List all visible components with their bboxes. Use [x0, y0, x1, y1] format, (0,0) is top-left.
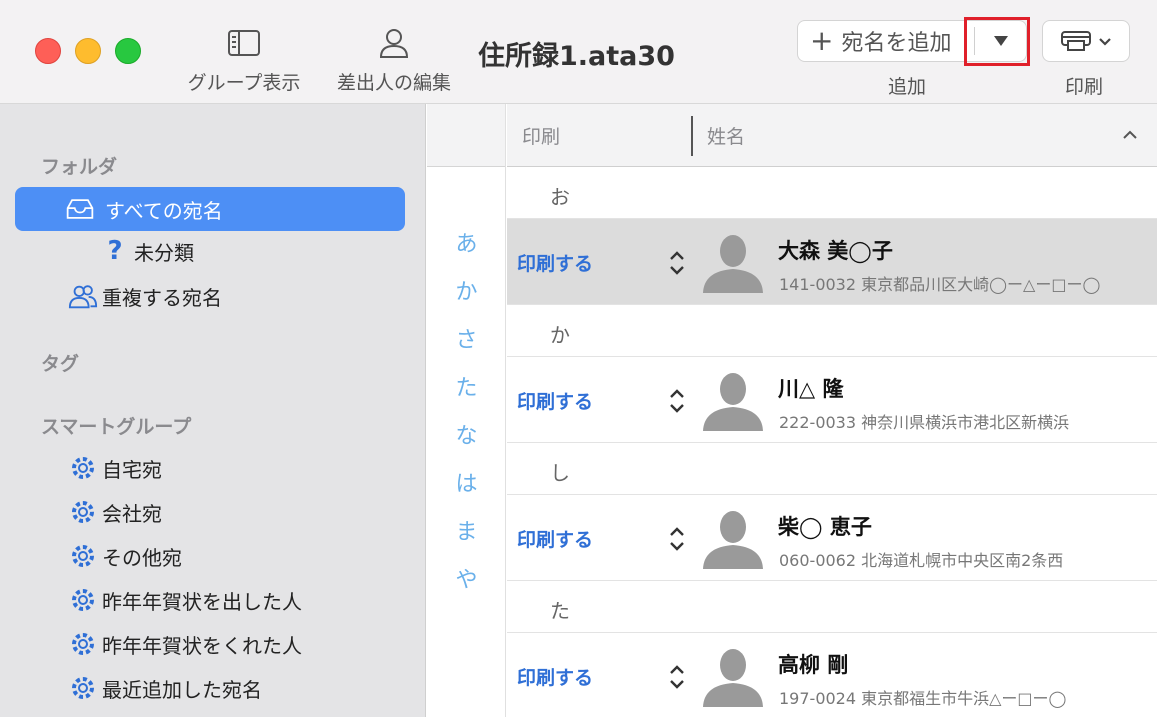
- gear-icon: [68, 541, 98, 571]
- contact-address: 060-0062 北海道札幌市中央区南2条西: [779, 551, 1064, 570]
- sidebar-item-smart-other[interactable]: その他宛: [68, 541, 182, 571]
- up-down-chevron-icon[interactable]: [667, 249, 687, 277]
- contact-address: 197-0024 東京都福生市牛浜△ー□ー◯: [779, 689, 1067, 708]
- section-header: か: [507, 305, 1157, 357]
- toolbar: グループ表示 差出人の編集 住所録1.ata30 + 宛名を追加 追加 印刷: [0, 0, 1157, 104]
- window-title: 住所録1.ata30: [478, 41, 675, 72]
- address-list: 印刷 姓名 お 印刷する 大森 美◯子 141-0032 東京都品川区大崎◯ー△…: [507, 104, 1157, 717]
- address-row[interactable]: 印刷する 柴◯ 恵子 060-0062 北海道札幌市中央区南2条西: [507, 495, 1157, 581]
- person-silhouette-icon: [703, 649, 763, 707]
- gear-icon: [68, 497, 98, 527]
- section-heading: た: [550, 599, 570, 623]
- gear-icon: [68, 673, 98, 703]
- index-letter-ma[interactable]: ま: [427, 514, 506, 546]
- folders-header: フォルダ: [41, 156, 118, 178]
- contact-name: 大森 美◯子: [778, 239, 893, 263]
- sort-chevron-up-icon[interactable]: [1119, 124, 1141, 146]
- up-down-chevron-icon[interactable]: [667, 387, 687, 415]
- print-state-popup[interactable]: 印刷する: [517, 249, 593, 276]
- sidebar-item-label: 重複する宛名: [102, 285, 222, 310]
- index-letter-a[interactable]: あ: [427, 226, 506, 258]
- gear-icon: [68, 585, 98, 615]
- section-heading: か: [550, 323, 570, 347]
- sidebar-item-smart-home[interactable]: 自宅宛: [68, 453, 162, 483]
- contact-name: 柴◯ 恵子: [778, 515, 872, 539]
- sidebar-item-label: 最近追加した宛名: [102, 677, 262, 702]
- address-row[interactable]: 印刷する 高柳 剛 197-0024 東京都福生市牛浜△ー□ー◯: [507, 633, 1157, 717]
- index-letter-sa[interactable]: さ: [427, 322, 506, 354]
- group-view-label: グループ表示: [187, 72, 301, 94]
- sidebar-item-label: 会社宛: [102, 501, 162, 526]
- sidebar-item-label: 昨年年賀状をくれた人: [102, 633, 302, 658]
- highlight-annotation: [964, 17, 1030, 66]
- question-icon: ?: [107, 236, 123, 266]
- column-resize-handle[interactable]: [691, 116, 693, 156]
- up-down-chevron-icon[interactable]: [667, 663, 687, 691]
- address-row[interactable]: 印刷する 川△ 隆 222-0033 神奈川県横浜市港北区新横浜: [507, 357, 1157, 443]
- address-row[interactable]: 印刷する 大森 美◯子 141-0032 東京都品川区大崎◯ー△ー□ー◯: [507, 219, 1157, 305]
- index-letter-na[interactable]: な: [427, 418, 506, 450]
- edit-sender-label: 差出人の編集: [336, 72, 451, 94]
- kana-index: あ か さ た な は ま や: [427, 104, 506, 717]
- add-group-label: 追加: [888, 76, 927, 98]
- contact-name: 川△ 隆: [778, 377, 844, 401]
- add-address-button[interactable]: + 宛名を追加: [798, 21, 974, 61]
- sidebar: フォルダ すべての宛名 ? 未分類 重複する宛名 タグ スマートグループ 自宅宛: [0, 104, 426, 717]
- section-header: し: [507, 443, 1157, 495]
- sidebar-item-unclassified[interactable]: ? 未分類: [100, 236, 194, 266]
- column-header-print[interactable]: 印刷: [522, 122, 560, 149]
- sidebar-item-label: すべての宛名: [105, 198, 223, 223]
- gear-icon: [68, 629, 98, 659]
- add-address-label: 宛名を追加: [841, 31, 952, 56]
- section-header: お: [507, 167, 1157, 219]
- minimize-window-button[interactable]: [75, 38, 101, 64]
- section-header: た: [507, 581, 1157, 633]
- person-silhouette-icon: [703, 511, 763, 569]
- printer-icon: [1060, 26, 1092, 56]
- section-heading: し: [550, 461, 570, 485]
- sidebar-icon: [227, 22, 261, 64]
- person-silhouette-icon: [703, 235, 763, 293]
- print-button[interactable]: [1042, 20, 1130, 62]
- print-state-popup[interactable]: 印刷する: [517, 663, 593, 690]
- tray-icon: [65, 194, 95, 224]
- print-state-popup[interactable]: 印刷する: [517, 525, 593, 552]
- index-letter-ya[interactable]: や: [427, 562, 506, 594]
- index-letter-ka[interactable]: か: [427, 274, 506, 306]
- sidebar-item-label: 昨年年賀状を出した人: [102, 589, 302, 614]
- smart-groups-header: スマートグループ: [41, 416, 192, 438]
- print-group-label: 印刷: [1065, 76, 1104, 98]
- column-header-name[interactable]: 姓名: [707, 122, 745, 149]
- contact-address: 141-0032 東京都品川区大崎◯ー△ー□ー◯: [779, 275, 1101, 294]
- sidebar-item-smart-sent-last-year[interactable]: 昨年年賀状を出した人: [68, 585, 302, 615]
- person-silhouette-icon: [703, 373, 763, 431]
- contact-name: 高柳 剛: [778, 653, 849, 677]
- up-down-chevron-icon[interactable]: [667, 525, 687, 553]
- index-letter-ta[interactable]: た: [427, 370, 506, 402]
- close-window-button[interactable]: [35, 38, 61, 64]
- sidebar-item-smart-recent[interactable]: 最近追加した宛名: [68, 673, 262, 703]
- sidebar-item-label: 未分類: [134, 240, 194, 265]
- zoom-window-button[interactable]: [115, 38, 141, 64]
- index-header: [427, 104, 505, 167]
- chevron-down-icon: [1098, 32, 1112, 51]
- person-icon: [377, 22, 411, 64]
- sidebar-item-smart-received-last-year[interactable]: 昨年年賀状をくれた人: [68, 629, 302, 659]
- list-header: 印刷 姓名: [507, 104, 1157, 167]
- index-letter-ha[interactable]: は: [427, 466, 506, 498]
- gear-icon: [68, 453, 98, 483]
- tags-header: タグ: [41, 353, 80, 375]
- print-state-popup[interactable]: 印刷する: [517, 387, 593, 414]
- sidebar-item-duplicates[interactable]: 重複する宛名: [68, 281, 222, 311]
- group-view-button[interactable]: グループ表示: [183, 22, 305, 95]
- edit-sender-button[interactable]: 差出人の編集: [332, 22, 456, 95]
- sidebar-item-label: その他宛: [102, 545, 182, 570]
- section-heading: お: [550, 185, 570, 209]
- sidebar-item-smart-company[interactable]: 会社宛: [68, 497, 162, 527]
- sidebar-item-all-addresses[interactable]: すべての宛名: [15, 187, 405, 231]
- sidebar-item-label: 自宅宛: [102, 457, 162, 482]
- people-icon: [68, 281, 98, 311]
- plus-icon: +: [810, 24, 834, 57]
- contact-address: 222-0033 神奈川県横浜市港北区新横浜: [779, 413, 1070, 432]
